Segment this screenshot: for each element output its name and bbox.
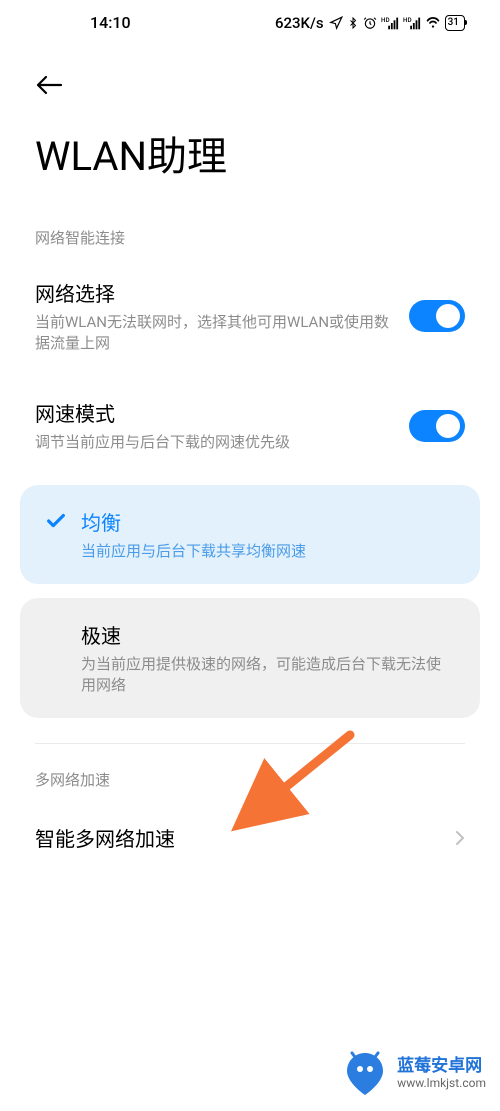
status-icons: HD HD 31 — [329, 15, 465, 31]
setting-network-select[interactable]: 网络选择 当前WLAN无法联网时，选择其他可用WLAN或使用数据流量上网 — [0, 256, 500, 376]
setting-title: 网速模式 — [35, 398, 394, 427]
watermark-logo-icon — [341, 1049, 389, 1097]
watermark-name: 蓝莓安卓网 — [397, 1056, 486, 1076]
divider — [35, 743, 465, 744]
setting-text: 网速模式 调节当前应用与后台下载的网速优先级 — [35, 398, 409, 453]
signal-icon-2: HD — [403, 16, 421, 30]
option-content: 均衡 当前应用与后台下载共享均衡网速 — [81, 507, 455, 562]
section-label-multinetwork: 多网络加速 — [0, 754, 500, 798]
wifi-icon — [425, 16, 441, 30]
section-label-network: 网络智能连接 — [0, 212, 500, 256]
back-button[interactable] — [0, 45, 500, 114]
svg-text:HD: HD — [403, 16, 412, 24]
page-title: WLAN助理 — [0, 114, 500, 212]
option-title: 极速 — [81, 620, 455, 649]
back-arrow-icon — [35, 75, 63, 95]
alarm-icon — [363, 16, 377, 30]
option-extreme[interactable]: 极速 为当前应用提供极速的网络，可能造成后台下载无法使用网络 — [20, 598, 480, 718]
nav-smart-multinetwork[interactable]: 智能多网络加速 — [0, 798, 500, 877]
watermark-text: 蓝莓安卓网 www.lmkjst.com — [397, 1056, 486, 1091]
option-balanced[interactable]: 均衡 当前应用与后台下载共享均衡网速 — [20, 485, 480, 584]
status-bar: 14:10 623K/s HD HD 31 — [0, 0, 500, 45]
watermark: 蓝莓安卓网 www.lmkjst.com — [341, 1049, 486, 1097]
setting-speed-mode[interactable]: 网速模式 调节当前应用与后台下载的网速优先级 — [0, 376, 500, 475]
signal-icon-1: HD — [381, 16, 399, 30]
setting-desc: 调节当前应用与后台下载的网速优先级 — [35, 432, 394, 453]
location-icon — [329, 16, 343, 30]
status-right: 623K/s HD HD 31 — [275, 14, 465, 32]
bluetooth-icon — [347, 16, 359, 30]
check-placeholder — [45, 623, 67, 645]
nav-title: 智能多网络加速 — [35, 823, 175, 852]
check-icon — [45, 510, 67, 532]
toggle-network-select[interactable] — [409, 300, 465, 332]
option-title: 均衡 — [81, 507, 455, 536]
watermark-url: www.lmkjst.com — [397, 1076, 486, 1090]
setting-desc: 当前WLAN无法联网时，选择其他可用WLAN或使用数据流量上网 — [35, 312, 394, 354]
network-speed: 623K/s — [275, 14, 324, 32]
battery-icon: 31 — [445, 15, 465, 31]
svg-text:HD: HD — [381, 16, 390, 24]
option-desc: 当前应用与后台下载共享均衡网速 — [81, 541, 455, 562]
option-desc: 为当前应用提供极速的网络，可能造成后台下载无法使用网络 — [81, 654, 455, 696]
toggle-speed-mode[interactable] — [409, 410, 465, 442]
chevron-right-icon — [455, 830, 465, 846]
setting-text: 网络选择 当前WLAN无法联网时，选择其他可用WLAN或使用数据流量上网 — [35, 278, 409, 354]
setting-title: 网络选择 — [35, 278, 394, 307]
option-content: 极速 为当前应用提供极速的网络，可能造成后台下载无法使用网络 — [81, 620, 455, 696]
status-time: 14:10 — [90, 13, 131, 32]
